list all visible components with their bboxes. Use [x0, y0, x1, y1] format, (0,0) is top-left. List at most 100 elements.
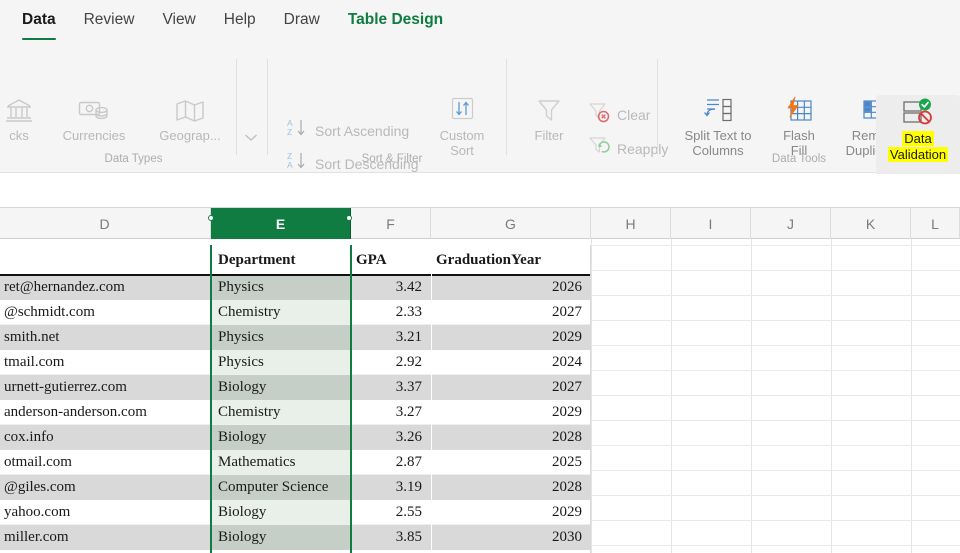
- cell-f-6[interactable]: 3.27: [351, 400, 431, 425]
- cell-g-5[interactable]: 2027: [431, 375, 591, 400]
- custom-sort-label-line1: Custom: [439, 128, 485, 143]
- cell-f-8[interactable]: 2.87: [351, 450, 431, 475]
- grid-vline-1: [671, 239, 672, 553]
- cell-d-8[interactable]: otmail.com: [0, 450, 211, 475]
- tab-view[interactable]: View: [148, 0, 209, 45]
- column-header-f[interactable]: F: [351, 208, 431, 239]
- table-header-g[interactable]: GraduationYear: [431, 245, 591, 275]
- grid-hline-6: [591, 395, 960, 396]
- cell-f-4[interactable]: 2.92: [351, 350, 431, 375]
- cell-f-2[interactable]: 2.33: [351, 300, 431, 325]
- cell-g-8[interactable]: 2025: [431, 450, 591, 475]
- cell-g-3[interactable]: 2029: [431, 325, 591, 350]
- cell-f-3[interactable]: 3.21: [351, 325, 431, 350]
- cell-g-11[interactable]: 2030: [431, 525, 591, 550]
- cell-g-1[interactable]: 2026: [431, 275, 591, 300]
- cell-f-1[interactable]: 3.42: [351, 275, 431, 300]
- tab-table-design[interactable]: Table Design: [334, 0, 457, 45]
- cell-e-9[interactable]: Computer Science: [213, 475, 349, 500]
- cell-e-3[interactable]: Physics: [213, 325, 349, 350]
- cell-d-7[interactable]: cox.info: [0, 425, 211, 450]
- ribbon-tabstrip: Data Review View Help Draw Table Design: [0, 0, 960, 45]
- cell-e-4[interactable]: Physics: [213, 350, 349, 375]
- table-header-f[interactable]: GPA: [351, 245, 431, 275]
- column-header-g[interactable]: G: [431, 208, 591, 239]
- grid-hline-12: [591, 545, 960, 546]
- cell-g-9[interactable]: 2028: [431, 475, 591, 500]
- sort-ascending-button[interactable]: A Z Sort Ascending: [286, 117, 409, 144]
- cell-f-10[interactable]: 2.55: [351, 500, 431, 525]
- flash-fill-button[interactable]: Flash Fill: [770, 95, 828, 159]
- column-header-e[interactable]: E: [211, 208, 351, 239]
- filter-button[interactable]: Filter: [518, 95, 580, 144]
- cell-d-6[interactable]: anderson-anderson.com: [0, 400, 211, 425]
- cell-d-2[interactable]: @schmidt.com: [0, 300, 211, 325]
- chevron-down-icon[interactable]: [244, 133, 258, 145]
- cell-d-11[interactable]: miller.com: [0, 525, 211, 550]
- split-text-to-columns-button[interactable]: Split Text to Columns: [668, 95, 768, 159]
- cell-g-4[interactable]: 2024: [431, 350, 591, 375]
- column-header-l[interactable]: L: [911, 208, 960, 239]
- tab-active-underline: [22, 37, 56, 40]
- cell-e-1[interactable]: Physics: [213, 275, 349, 300]
- cell-d-3[interactable]: smith.net: [0, 325, 211, 350]
- grid-hline-11: [591, 520, 960, 521]
- grid-hline-8: [591, 445, 960, 446]
- tab-review[interactable]: Review: [70, 0, 149, 45]
- table-vline-1: [431, 245, 432, 553]
- tab-draw-label: Draw: [283, 10, 320, 28]
- flash-fill-icon: [782, 95, 816, 125]
- data-validation-label-line1: Data: [902, 131, 934, 147]
- cell-f-5[interactable]: 3.37: [351, 375, 431, 400]
- grid-hline-10: [591, 495, 960, 496]
- currencies-button[interactable]: Currencies: [48, 97, 140, 144]
- tab-draw[interactable]: Draw: [270, 0, 334, 45]
- column-header-k[interactable]: K: [831, 208, 911, 239]
- grid-vline-2: [751, 239, 752, 553]
- ribbon: cks Currencies Geograp... Data Types A Z…: [0, 45, 960, 187]
- cell-e-10[interactable]: Biology: [213, 500, 349, 525]
- column-header-h[interactable]: H: [591, 208, 671, 239]
- data-types-inner-divider: [236, 59, 237, 155]
- cell-d-9[interactable]: @giles.com: [0, 475, 211, 500]
- cell-e-2[interactable]: Chemistry: [213, 300, 349, 325]
- column-header-i[interactable]: I: [671, 208, 751, 239]
- data-validation-highlight-line1: Data: [902, 131, 934, 146]
- cell-d-5[interactable]: urnett-gutierrez.com: [0, 375, 211, 400]
- tab-data[interactable]: Data: [8, 0, 70, 45]
- grid-hline-4: [591, 345, 960, 346]
- table-vline-0: [351, 245, 352, 553]
- currencies-label: Currencies: [62, 128, 126, 143]
- custom-sort-button[interactable]: Custom Sort: [426, 95, 498, 159]
- clear-filter-button[interactable]: Clear: [588, 101, 650, 128]
- cell-e-5[interactable]: Biology: [213, 375, 349, 400]
- geography-button[interactable]: Geograp...: [144, 97, 236, 144]
- ribbon-group-sort-filter: A Z Sort Ascending Z A Sort Descending C…: [268, 45, 668, 173]
- grid-hline-2: [591, 295, 960, 296]
- map-icon: [174, 97, 206, 125]
- cell-e-8[interactable]: Mathematics: [213, 450, 349, 475]
- column-header-j[interactable]: J: [751, 208, 831, 239]
- cell-g-2[interactable]: 2027: [431, 300, 591, 325]
- table-header-d[interactable]: [0, 245, 211, 275]
- cell-d-1[interactable]: ret@hernandez.com: [0, 275, 211, 300]
- cell-e-6[interactable]: Chemistry: [213, 400, 349, 425]
- table-header-e[interactable]: Department: [213, 245, 349, 275]
- stocks-button[interactable]: cks: [0, 97, 50, 144]
- cell-g-6[interactable]: 2029: [431, 400, 591, 425]
- column-header-d[interactable]: D: [0, 208, 211, 239]
- cell-f-9[interactable]: 3.19: [351, 475, 431, 500]
- cell-f-7[interactable]: 3.26: [351, 425, 431, 450]
- selection-handle-right[interactable]: [346, 215, 352, 221]
- tab-help[interactable]: Help: [210, 0, 270, 45]
- cell-f-11[interactable]: 3.85: [351, 525, 431, 550]
- cell-g-7[interactable]: 2028: [431, 425, 591, 450]
- cell-d-10[interactable]: yahoo.com: [0, 500, 211, 525]
- sort-ascending-label: Sort Ascending: [315, 122, 410, 139]
- cell-e-11[interactable]: Biology: [213, 525, 349, 550]
- cell-d-4[interactable]: tmail.com: [0, 350, 211, 375]
- cell-g-10[interactable]: 2029: [431, 500, 591, 525]
- cell-e-7[interactable]: Biology: [213, 425, 349, 450]
- grid-hline-1: [591, 270, 960, 271]
- selection-handle-left[interactable]: [208, 215, 214, 221]
